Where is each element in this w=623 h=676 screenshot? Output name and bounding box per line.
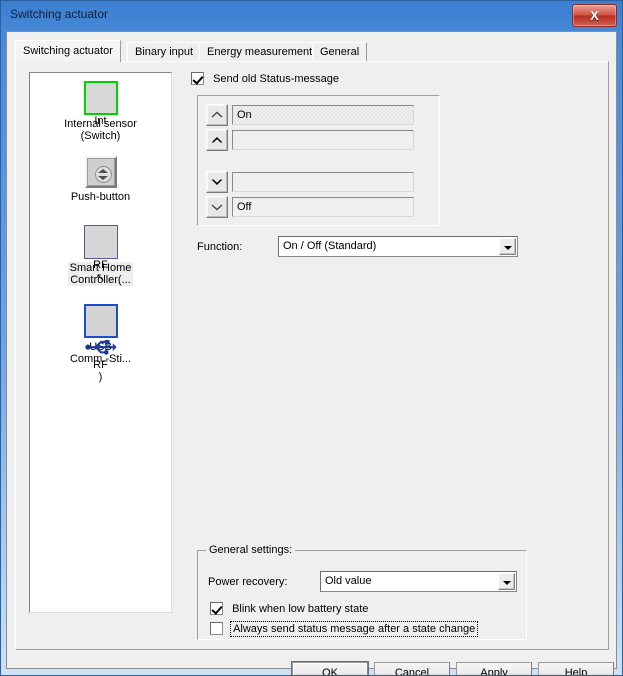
apply-rest: pply [487, 667, 508, 676]
internal-sensor-icon: Int [83, 81, 118, 127]
function-label: Function: [197, 241, 243, 253]
smart-home-controller-icon: RF ↖ [83, 225, 118, 284]
send-old-status-label: Send old Status-message [213, 73, 340, 85]
chevron-up-thin-icon[interactable] [206, 104, 228, 126]
send-old-status-row[interactable]: Send old Status-message [191, 72, 339, 86]
chevron-down-thin-icon[interactable] [206, 196, 228, 218]
blink-low-battery-label: Blink when low battery state [232, 603, 369, 615]
blink-low-battery-row[interactable]: Blink when low battery state [210, 602, 368, 616]
push-button-icon [84, 156, 117, 188]
list-item-push-button[interactable]: Push-button [30, 155, 171, 203]
status-field-1[interactable]: On [232, 105, 414, 125]
close-button[interactable]: X [572, 4, 617, 27]
send-old-status-checkbox[interactable] [191, 72, 204, 85]
device-list[interactable]: Int Internal sensor (Switch) Push-button [29, 72, 172, 613]
tab-general[interactable]: General [312, 42, 368, 61]
function-select-value: On / Off (Standard) [283, 240, 377, 252]
chevron-down-icon[interactable] [498, 573, 515, 590]
list-item-usb-comm-stick[interactable]: RF ) USB Comm.-Sti... [30, 304, 171, 383]
status-field-2[interactable] [232, 130, 414, 150]
status-field-4[interactable]: Off [232, 197, 414, 217]
general-settings-title: General settings: [206, 544, 296, 556]
status-field-3[interactable] [232, 172, 414, 192]
chevron-down-icon[interactable] [499, 238, 516, 255]
status-message-group: On Off [197, 95, 440, 226]
chevron-down-bold-icon[interactable] [206, 171, 228, 193]
usb-rf-badge: RF [93, 359, 108, 372]
usb-trident-icon [84, 339, 117, 355]
help-button[interactable]: Help [538, 662, 614, 675]
always-send-status-row[interactable]: Always send status message after a state… [210, 621, 479, 637]
tab-binary-input[interactable]: Binary input [127, 42, 202, 61]
shc-rf-badge: RF [93, 259, 108, 271]
list-item-smart-home-controller[interactable]: RF ↖ Smart Home Controller(... [30, 225, 171, 286]
close-icon: X [590, 8, 599, 23]
tab-energy-measurement[interactable]: Energy measurement [199, 42, 321, 61]
dialog-client-area: Switching actuator Binary input Energy m… [6, 31, 617, 675]
apply-accel: A [480, 667, 488, 676]
always-send-status-label: Always send status message after a state… [230, 621, 479, 637]
apply-button[interactable]: Apply [456, 662, 532, 676]
dialog-window: Switching actuator X Switching actuator … [0, 0, 623, 676]
usb-comm-stick-icon: RF ) [83, 304, 118, 383]
general-settings-group: General settings: Power recovery: Old va… [197, 544, 527, 640]
power-recovery-select[interactable]: Old value [320, 571, 517, 592]
power-recovery-label: Power recovery: [208, 576, 288, 588]
chevron-up-bold-icon[interactable] [206, 129, 228, 151]
list-item-label: Push-button [70, 191, 131, 203]
tab-switching-actuator[interactable]: Switching actuator [15, 40, 121, 62]
tab-strip: Switching actuator Binary input Energy m… [15, 40, 609, 62]
title-bar: Switching actuator X [1, 1, 622, 31]
cancel-button[interactable]: Cancel [374, 662, 450, 675]
internal-sensor-icon-text: Int [94, 115, 107, 127]
ok-button[interactable]: OK [292, 662, 368, 675]
list-item-internal-sensor[interactable]: Int Internal sensor (Switch) [30, 81, 171, 142]
window-title: Switching actuator [10, 7, 109, 21]
function-select[interactable]: On / Off (Standard) [278, 236, 518, 257]
blink-low-battery-checkbox[interactable] [210, 602, 223, 615]
power-recovery-value: Old value [325, 575, 372, 587]
always-send-status-checkbox[interactable] [210, 622, 223, 635]
list-item-label-2: (Switch) [80, 130, 121, 142]
